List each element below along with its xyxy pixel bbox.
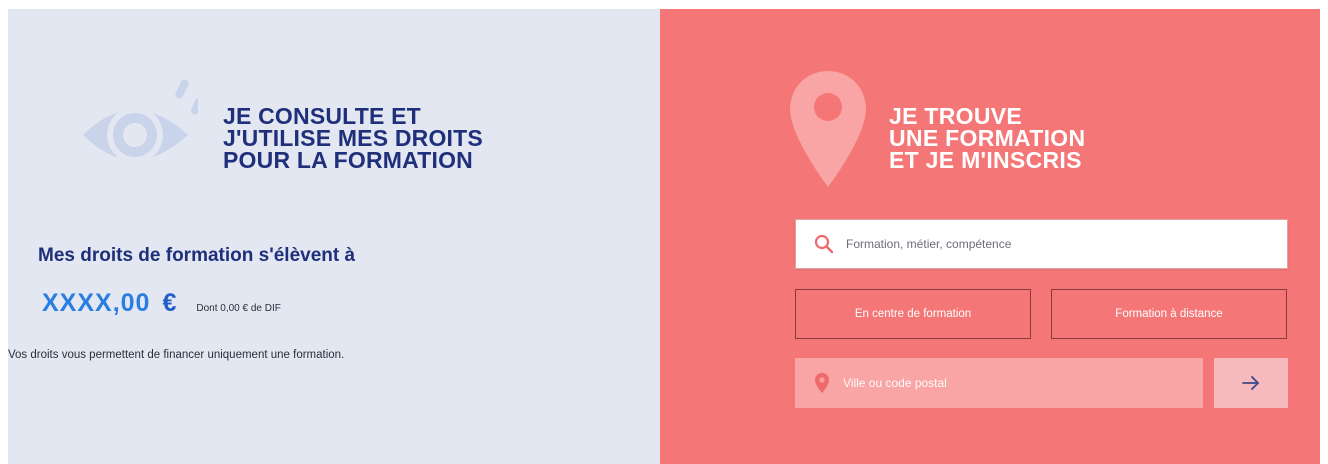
- rights-amount-row: XXXX,00 € Dont 0,00 € de DIF: [42, 289, 281, 318]
- location-pin-icon: [815, 373, 829, 393]
- rights-note: Vos droits vous permettent de financer u…: [8, 349, 345, 361]
- city-postcode-field[interactable]: [795, 358, 1203, 408]
- city-postcode-input[interactable]: [843, 376, 1183, 390]
- title-line: UNE FORMATION: [889, 125, 1086, 151]
- arrow-right-icon: [1242, 376, 1259, 390]
- rights-heading: Mes droits de formation s'élèvent à: [38, 245, 356, 266]
- title-line: ET JE M'INSCRIS: [889, 147, 1082, 173]
- rights-amount: XXXX,00: [42, 289, 151, 317]
- title-line: J'UTILISE MES DROITS: [223, 125, 483, 151]
- title-line: JE CONSULTE ET: [223, 103, 421, 129]
- eye-icon: [78, 73, 204, 173]
- currency-symbol: €: [162, 289, 177, 317]
- page: JE CONSULTE ET J'UTILISE MES DROITS POUR…: [0, 0, 1328, 464]
- search-submit-button[interactable]: [1214, 358, 1288, 408]
- training-search-input[interactable]: [846, 237, 1266, 251]
- title-line: JE TROUVE: [889, 103, 1023, 129]
- dif-amount: Dont 0,00 € de DIF: [196, 303, 281, 314]
- search-panel-title: JE TROUVE UNE FORMATION ET JE M'INSCRIS: [889, 103, 1086, 173]
- training-search-field[interactable]: [795, 219, 1288, 269]
- search-icon: [814, 234, 834, 254]
- in-center-training-button[interactable]: En centre de formation: [795, 289, 1031, 339]
- rights-panel: JE CONSULTE ET J'UTILISE MES DROITS POUR…: [8, 9, 660, 464]
- title-line: POUR LA FORMATION: [223, 147, 473, 173]
- rights-panel-title: JE CONSULTE ET J'UTILISE MES DROITS POUR…: [223, 103, 483, 173]
- location-pin-icon: [788, 69, 868, 189]
- search-panel: JE TROUVE UNE FORMATION ET JE M'INSCRIS …: [660, 9, 1320, 464]
- distance-training-button[interactable]: Formation à distance: [1051, 289, 1287, 339]
